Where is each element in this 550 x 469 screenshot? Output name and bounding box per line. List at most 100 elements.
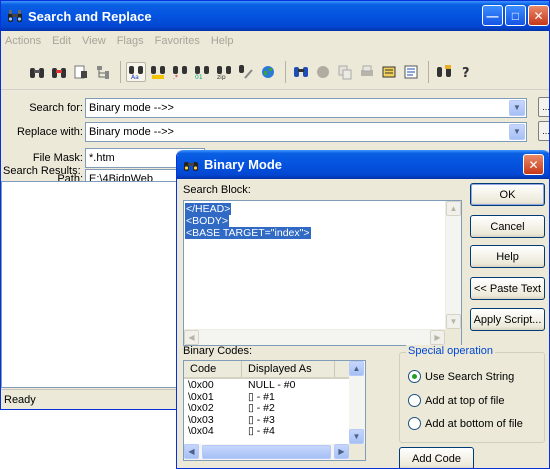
menu-flags[interactable]: Flags bbox=[117, 35, 144, 47]
copy-icon[interactable] bbox=[335, 62, 355, 82]
svg-text:?: ? bbox=[462, 66, 470, 80]
search-block-hscrollbar[interactable]: ◀ ▶ bbox=[184, 329, 445, 345]
code-cell: \0x00 bbox=[188, 379, 214, 391]
table-header: Code Displayed As bbox=[184, 361, 365, 379]
table-row[interactable]: \0x04 ▯ - #4 bbox=[184, 425, 365, 438]
table-vscrollbar[interactable]: ▲ ▼ bbox=[349, 361, 365, 444]
ok-button[interactable]: OK bbox=[470, 183, 545, 206]
radio-unselected-icon[interactable] bbox=[408, 417, 421, 430]
scroll-up-icon[interactable]: ▲ bbox=[446, 201, 461, 216]
replace-with-combo[interactable]: Binary mode -->> ▼ bbox=[85, 121, 527, 142]
scroll-down-icon[interactable]: ▼ bbox=[349, 429, 364, 444]
menu-view[interactable]: View bbox=[82, 35, 106, 47]
search-for-label: Search for: bbox=[29, 101, 83, 114]
stop-icon[interactable] bbox=[313, 62, 333, 82]
binary-mode-dialog: Binary Mode ✕ Search Block: </HEAD> <BOD… bbox=[176, 150, 550, 469]
table-body: \0x00 NULL - #0 \0x01 ▯ - #1 \0x02 ▯ - #2 \… bbox=[184, 379, 365, 438]
help-icon[interactable]: ? bbox=[456, 62, 476, 82]
replace-with-value: Binary mode -->> bbox=[89, 125, 174, 138]
scroll-up-icon[interactable]: ▲ bbox=[349, 361, 364, 376]
search-replace-icon[interactable] bbox=[49, 62, 69, 82]
cancel-label: Cancel bbox=[490, 220, 525, 233]
radio-unselected-icon[interactable] bbox=[408, 394, 421, 407]
radio-add-at-top[interactable]: Add at top of file bbox=[408, 394, 505, 407]
table-row[interactable]: \0x02 ▯ - #2 bbox=[184, 402, 365, 415]
file-mask-value: *.htm bbox=[89, 151, 115, 164]
tree-icon[interactable] bbox=[93, 62, 113, 82]
code-cell: \0x02 bbox=[188, 402, 214, 414]
favorites-icon[interactable] bbox=[379, 62, 399, 82]
apply-script-label: Apply Script... bbox=[473, 313, 542, 326]
help-button[interactable]: Help bbox=[470, 245, 545, 268]
scroll-right-icon[interactable]: ▶ bbox=[430, 330, 445, 345]
radio-add-at-bottom[interactable]: Add at bottom of file bbox=[408, 417, 523, 430]
scroll-left-icon[interactable]: ◀ bbox=[184, 444, 199, 459]
search-block-line: <BASE TARGET="index"> bbox=[185, 227, 311, 239]
menu-help[interactable]: Help bbox=[211, 35, 234, 47]
paste-text-button[interactable]: << Paste Text bbox=[470, 277, 545, 300]
dialog-title-bar[interactable]: Binary Mode ✕ bbox=[177, 150, 549, 179]
display-cell: NULL - #0 bbox=[248, 379, 296, 391]
print-icon[interactable] bbox=[357, 62, 377, 82]
regex-icon[interactable]: .* bbox=[170, 62, 190, 82]
menu-bar: Actions Edit View Flags Favorites Help bbox=[1, 31, 549, 51]
search-for-combo[interactable]: Binary mode -->> ▼ bbox=[85, 97, 527, 118]
binary-codes-table[interactable]: Code Displayed As \0x00 NULL - #0 \0x01 ▯ … bbox=[183, 360, 366, 461]
toolbar: Aa .* 01 zip ? bbox=[1, 54, 549, 90]
table-row[interactable]: \0x00 NULL - #0 bbox=[184, 379, 365, 392]
whole-word-icon[interactable] bbox=[148, 62, 168, 82]
search-results-label: Search Results: bbox=[3, 165, 81, 177]
status-text: Ready bbox=[4, 393, 36, 406]
column-header-code[interactable]: Code bbox=[184, 361, 242, 377]
main-title-bar[interactable]: Search and Replace — □ ✕ bbox=[1, 1, 549, 31]
search-for-browse-button[interactable]: ... bbox=[538, 97, 550, 117]
cancel-button[interactable]: Cancel bbox=[470, 215, 545, 238]
dropdown-arrow-icon[interactable]: ▼ bbox=[509, 123, 525, 140]
minimize-button[interactable]: — bbox=[482, 5, 503, 26]
replace-with-browse-button[interactable]: ... bbox=[538, 121, 549, 141]
binoculars-icon bbox=[7, 8, 23, 24]
main-title: Search and Replace bbox=[28, 8, 152, 24]
radio-selected-icon[interactable] bbox=[408, 370, 421, 383]
radio-label: Add at top of file bbox=[425, 394, 505, 407]
scroll-down-icon[interactable]: ▼ bbox=[446, 314, 461, 329]
subfolders-icon[interactable]: zip bbox=[214, 62, 234, 82]
replace-with-row: Replace with: Binary mode -->> ▼ bbox=[1, 121, 527, 142]
close-button[interactable]: ✕ bbox=[528, 5, 549, 26]
script-icon[interactable] bbox=[236, 62, 256, 82]
search-results-list[interactable] bbox=[1, 181, 177, 388]
menu-actions[interactable]: Actions bbox=[5, 35, 41, 47]
special-operation-group: Special operation Use Search String Add … bbox=[399, 345, 545, 443]
help-label: Help bbox=[496, 250, 519, 263]
search-block-textarea[interactable]: </HEAD> <BODY> <BASE TARGET="index"> ▲ ▼… bbox=[183, 200, 462, 346]
binary-mode-icon[interactable]: 01 bbox=[192, 62, 212, 82]
table-hscrollbar[interactable]: ◀ ▶ bbox=[184, 444, 349, 460]
list-icon[interactable] bbox=[401, 62, 421, 82]
radio-use-search-string[interactable]: Use Search String bbox=[408, 370, 514, 383]
search-start-icon[interactable] bbox=[291, 62, 311, 82]
web-icon[interactable] bbox=[258, 62, 278, 82]
dropdown-arrow-icon[interactable]: ▼ bbox=[509, 99, 525, 116]
code-cell: \0x04 bbox=[188, 425, 214, 437]
maximize-button[interactable]: □ bbox=[505, 5, 526, 26]
replace-with-label: Replace with: bbox=[16, 125, 83, 138]
search-icon[interactable] bbox=[27, 62, 47, 82]
search-block-vscrollbar[interactable]: ▲ ▼ bbox=[445, 201, 461, 329]
svg-text:01: 01 bbox=[195, 74, 203, 80]
column-header-displayed-as[interactable]: Displayed As bbox=[242, 361, 335, 377]
scroll-thumb[interactable] bbox=[202, 445, 331, 459]
apply-script-button[interactable]: Apply Script... bbox=[470, 308, 545, 331]
maximize-icon: □ bbox=[511, 8, 520, 23]
display-cell: ▯ - #2 bbox=[248, 402, 275, 414]
menu-edit[interactable]: Edit bbox=[52, 35, 71, 47]
add-code-button[interactable]: Add Code bbox=[399, 447, 474, 468]
scroll-right-icon[interactable]: ▶ bbox=[334, 444, 349, 459]
scroll-left-icon[interactable]: ◀ bbox=[184, 330, 199, 345]
browse-label: ... bbox=[542, 102, 550, 112]
dialog-close-button[interactable]: ✕ bbox=[523, 154, 544, 175]
match-case-icon[interactable]: Aa bbox=[126, 61, 146, 82]
search-files-icon[interactable] bbox=[71, 62, 91, 82]
menu-favorites[interactable]: Favorites bbox=[155, 35, 200, 47]
dialog-title: Binary Mode bbox=[204, 157, 283, 172]
replace-icon[interactable] bbox=[434, 62, 454, 82]
